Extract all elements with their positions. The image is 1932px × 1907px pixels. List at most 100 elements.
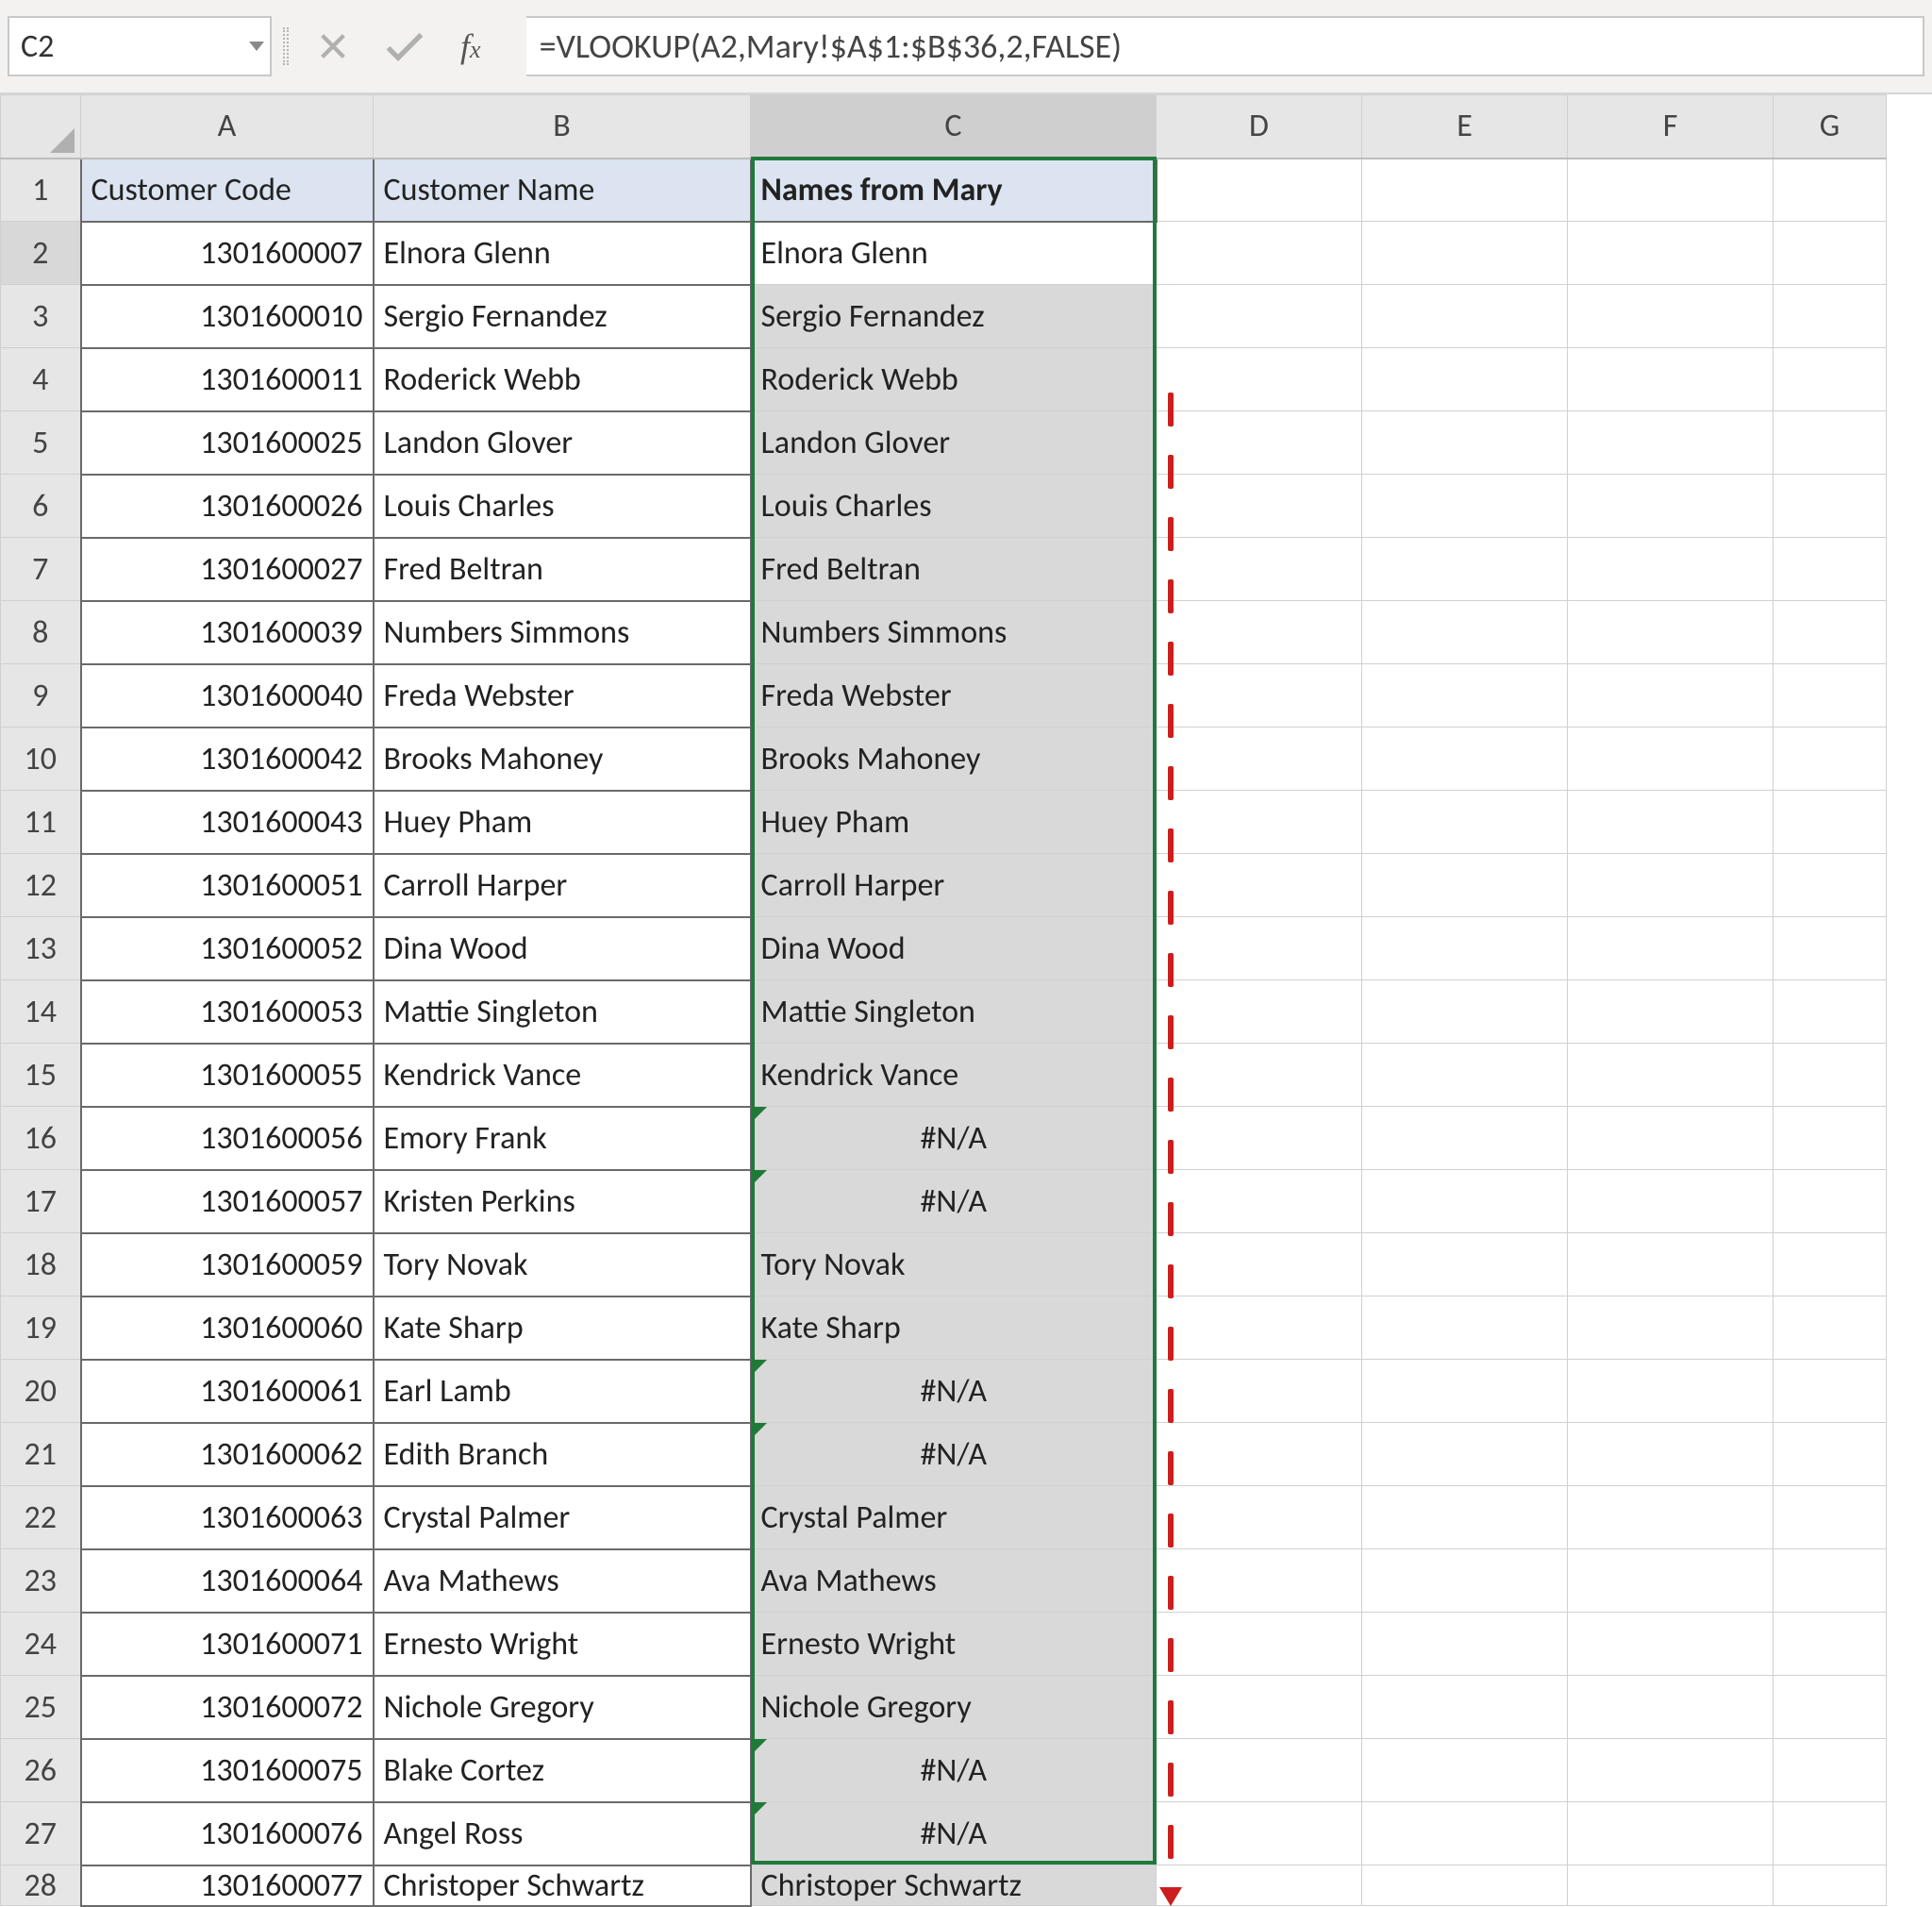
- cell-A10[interactable]: 1301600042: [81, 728, 374, 791]
- cell-A23[interactable]: 1301600064: [81, 1549, 374, 1613]
- cell-E11[interactable]: [1362, 791, 1568, 854]
- cell-F25[interactable]: [1568, 1676, 1774, 1739]
- name-box-dropdown-icon[interactable]: [249, 42, 264, 51]
- row-header-24[interactable]: 24: [1, 1613, 81, 1676]
- cell-E3[interactable]: [1362, 285, 1568, 348]
- row-header-28[interactable]: 28: [1, 1865, 81, 1906]
- cell-B10[interactable]: Brooks Mahoney: [374, 728, 751, 791]
- cell-F18[interactable]: [1568, 1233, 1774, 1296]
- cell-E25[interactable]: [1362, 1676, 1568, 1739]
- cell-G12[interactable]: [1774, 854, 1887, 917]
- cell-D7[interactable]: [1157, 538, 1362, 601]
- cell-D18[interactable]: [1157, 1233, 1362, 1296]
- cell-E17[interactable]: [1362, 1170, 1568, 1233]
- cell-C20[interactable]: #N/A: [751, 1360, 1157, 1423]
- formula-input[interactable]: =VLOOKUP(A2,Mary!$A$1:$B$36,2,FALSE): [526, 16, 1924, 76]
- cell-C16[interactable]: #N/A: [751, 1107, 1157, 1170]
- row-header-2[interactable]: 2: [1, 222, 81, 285]
- cell-F28[interactable]: [1568, 1865, 1774, 1906]
- cell-G21[interactable]: [1774, 1423, 1887, 1486]
- cell-G26[interactable]: [1774, 1739, 1887, 1802]
- cell-E4[interactable]: [1362, 348, 1568, 411]
- cell-B1[interactable]: Customer Name: [374, 159, 751, 222]
- cell-F26[interactable]: [1568, 1739, 1774, 1802]
- row-header-6[interactable]: 6: [1, 475, 81, 538]
- cell-A24[interactable]: 1301600071: [81, 1613, 374, 1676]
- cell-C22[interactable]: Crystal Palmer: [751, 1486, 1157, 1549]
- cell-D8[interactable]: [1157, 601, 1362, 664]
- cell-D21[interactable]: [1157, 1423, 1362, 1486]
- cell-G2[interactable]: [1774, 222, 1887, 285]
- grid[interactable]: A B C D E F G 1 Customer Code Customer N…: [0, 94, 1887, 1907]
- cell-F15[interactable]: [1568, 1044, 1774, 1107]
- cell-G22[interactable]: [1774, 1486, 1887, 1549]
- cell-C5[interactable]: Landon Glover: [751, 411, 1157, 475]
- column-header-F[interactable]: F: [1568, 95, 1774, 159]
- cell-F1[interactable]: [1568, 159, 1774, 222]
- cell-E12[interactable]: [1362, 854, 1568, 917]
- cell-C11[interactable]: Huey Pham: [751, 791, 1157, 854]
- cell-F12[interactable]: [1568, 854, 1774, 917]
- row-header-25[interactable]: 25: [1, 1676, 81, 1739]
- row-header-14[interactable]: 14: [1, 980, 81, 1044]
- cell-B7[interactable]: Fred Beltran: [374, 538, 751, 601]
- cell-B24[interactable]: Ernesto Wright: [374, 1613, 751, 1676]
- row-header-10[interactable]: 10: [1, 728, 81, 791]
- cell-D20[interactable]: [1157, 1360, 1362, 1423]
- cell-D11[interactable]: [1157, 791, 1362, 854]
- row-header-13[interactable]: 13: [1, 917, 81, 980]
- cell-B22[interactable]: Crystal Palmer: [374, 1486, 751, 1549]
- cell-G27[interactable]: [1774, 1802, 1887, 1865]
- cell-F3[interactable]: [1568, 285, 1774, 348]
- cell-B18[interactable]: Tory Novak: [374, 1233, 751, 1296]
- cell-E21[interactable]: [1362, 1423, 1568, 1486]
- cell-D22[interactable]: [1157, 1486, 1362, 1549]
- cell-G1[interactable]: [1774, 159, 1887, 222]
- cell-B13[interactable]: Dina Wood: [374, 917, 751, 980]
- cell-A28[interactable]: 1301600077: [81, 1865, 374, 1906]
- cell-A13[interactable]: 1301600052: [81, 917, 374, 980]
- cell-F10[interactable]: [1568, 728, 1774, 791]
- cell-F2[interactable]: [1568, 222, 1774, 285]
- column-header-D[interactable]: D: [1157, 95, 1362, 159]
- cell-F27[interactable]: [1568, 1802, 1774, 1865]
- cell-A26[interactable]: 1301600075: [81, 1739, 374, 1802]
- fx-icon[interactable]: fx: [460, 26, 481, 66]
- cell-A27[interactable]: 1301600076: [81, 1802, 374, 1865]
- cell-E2[interactable]: [1362, 222, 1568, 285]
- enter-icon[interactable]: [385, 30, 425, 62]
- cell-A12[interactable]: 1301600051: [81, 854, 374, 917]
- cell-C3[interactable]: Sergio Fernandez: [751, 285, 1157, 348]
- cell-E24[interactable]: [1362, 1613, 1568, 1676]
- cell-A18[interactable]: 1301600059: [81, 1233, 374, 1296]
- cell-B15[interactable]: Kendrick Vance: [374, 1044, 751, 1107]
- row-header-18[interactable]: 18: [1, 1233, 81, 1296]
- cell-B23[interactable]: Ava Mathews: [374, 1549, 751, 1613]
- select-all-corner[interactable]: [1, 95, 81, 159]
- cell-C8[interactable]: Numbers Simmons: [751, 601, 1157, 664]
- cell-B14[interactable]: Mattie Singleton: [374, 980, 751, 1044]
- column-header-B[interactable]: B: [374, 95, 751, 159]
- cell-C27[interactable]: #N/A: [751, 1802, 1157, 1865]
- cell-G4[interactable]: [1774, 348, 1887, 411]
- cell-B19[interactable]: Kate Sharp: [374, 1296, 751, 1360]
- cell-B28[interactable]: Christoper Schwartz: [374, 1865, 751, 1906]
- cell-D6[interactable]: [1157, 475, 1362, 538]
- cell-A1[interactable]: Customer Code: [81, 159, 374, 222]
- column-header-C[interactable]: C: [751, 95, 1157, 159]
- cell-C26[interactable]: #N/A: [751, 1739, 1157, 1802]
- cell-A8[interactable]: 1301600039: [81, 601, 374, 664]
- cell-G9[interactable]: [1774, 664, 1887, 728]
- cell-E19[interactable]: [1362, 1296, 1568, 1360]
- cell-F24[interactable]: [1568, 1613, 1774, 1676]
- cell-F19[interactable]: [1568, 1296, 1774, 1360]
- cell-E9[interactable]: [1362, 664, 1568, 728]
- cell-G10[interactable]: [1774, 728, 1887, 791]
- cell-E26[interactable]: [1362, 1739, 1568, 1802]
- cell-G25[interactable]: [1774, 1676, 1887, 1739]
- column-header-G[interactable]: G: [1774, 95, 1887, 159]
- row-header-1[interactable]: 1: [1, 159, 81, 222]
- cell-G11[interactable]: [1774, 791, 1887, 854]
- cell-C1[interactable]: Names from Mary: [751, 159, 1157, 222]
- worksheet[interactable]: A B C D E F G 1 Customer Code Customer N…: [0, 94, 1932, 1907]
